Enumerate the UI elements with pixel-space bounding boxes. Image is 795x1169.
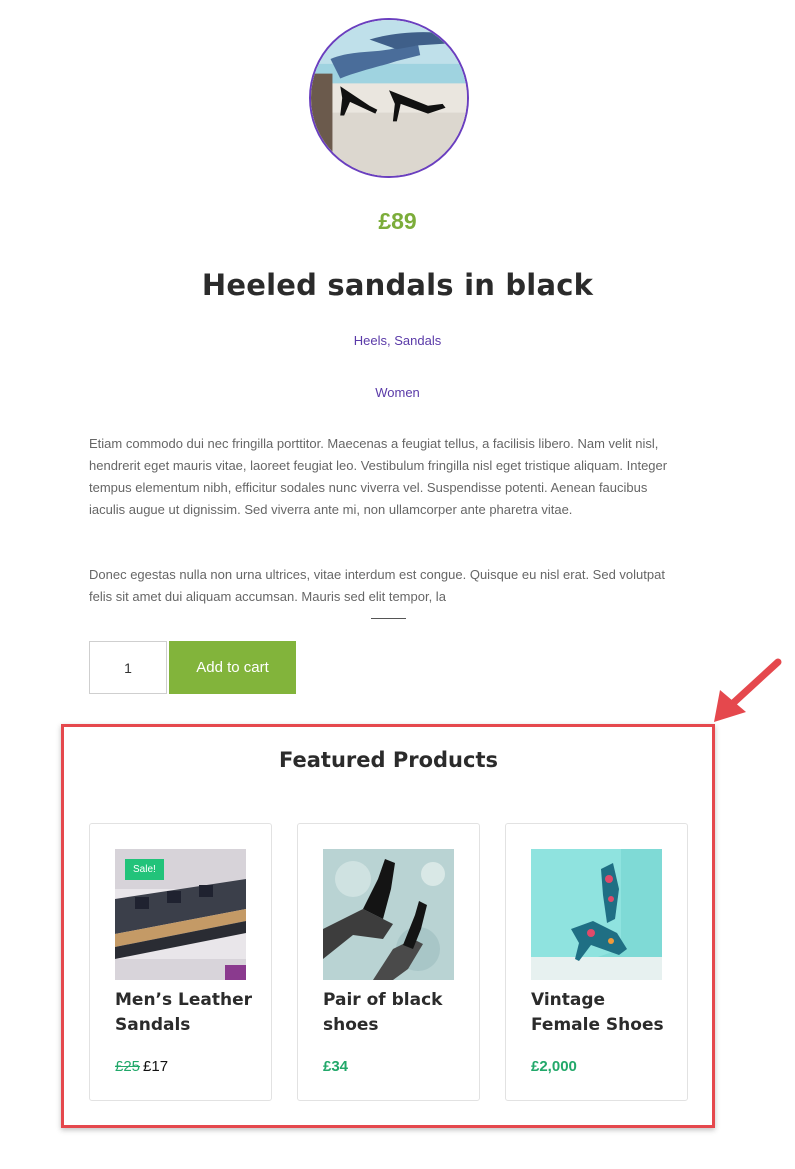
read-more-divider (371, 618, 406, 619)
product-card-price: £2,000 (531, 1058, 577, 1075)
product-description-paragraph: Etiam commodo dui nec fringilla porttito… (89, 436, 668, 517)
heeled-sandals-photo-icon (311, 20, 467, 176)
product-title: Heeled sandals in black (201, 268, 594, 302)
product-card-image[interactable]: Sale! (115, 849, 246, 980)
price-current: £2,000 (531, 1058, 577, 1075)
tag-link-women[interactable]: Women (375, 385, 420, 400)
annotation-arrow-icon (714, 658, 782, 722)
product-card[interactable]: Pair of black shoes £34 (297, 823, 480, 1101)
product-card-price: £25 £17 (115, 1058, 168, 1075)
floral-heels-photo-icon (531, 849, 662, 980)
price-current: £34 (323, 1058, 349, 1075)
add-to-cart-button[interactable]: Add to cart (169, 641, 296, 694)
product-card-name[interactable]: Men’s Leather Sandals (115, 988, 260, 1038)
featured-products-title: Featured Products (279, 748, 498, 772)
category-link-heels[interactable]: Heels (354, 333, 387, 348)
product-card-image[interactable] (531, 849, 662, 980)
product-card-image[interactable] (323, 849, 454, 980)
product-card-name[interactable]: Vintage Female Shoes (531, 988, 676, 1038)
product-price: £89 (378, 208, 417, 234)
product-card[interactable]: Vintage Female Shoes £2,000 (505, 823, 688, 1101)
product-description-paragraph: Donec egestas nulla non urna ultrices, v… (89, 567, 665, 604)
product-categories: Heels, Sandals (0, 333, 795, 348)
product-card[interactable]: Sale! Men’s Leather Sandals £25 £17 (89, 823, 272, 1101)
category-link-sandals[interactable]: Sandals (394, 333, 441, 348)
product-card-name[interactable]: Pair of black shoes (323, 988, 468, 1038)
price-current: £17 (143, 1058, 169, 1075)
product-image[interactable] (309, 18, 469, 178)
price-old: £25 (115, 1058, 141, 1075)
product-card-price: £34 (323, 1058, 348, 1075)
quantity-input[interactable] (89, 641, 167, 694)
sale-badge: Sale! (125, 859, 164, 880)
product-tags: Women (0, 385, 795, 400)
black-heels-photo-icon (323, 849, 454, 980)
